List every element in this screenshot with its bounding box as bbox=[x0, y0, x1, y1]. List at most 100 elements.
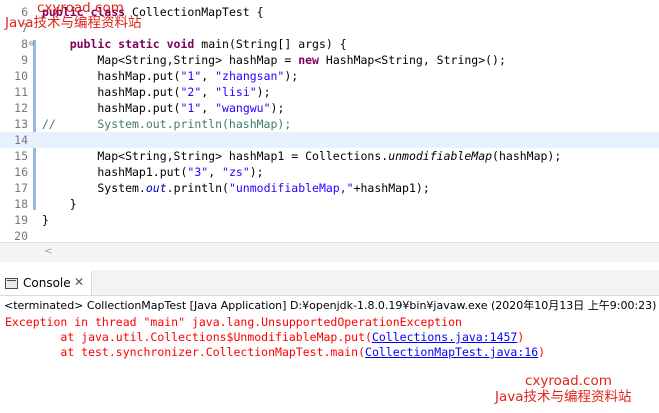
code-token: "1" bbox=[180, 69, 202, 83]
code-token: +hashMap1); bbox=[353, 181, 430, 195]
line-number: 15 bbox=[14, 149, 28, 163]
code-line[interactable]: 11 hashMap.put("2", "lisi"); bbox=[0, 84, 659, 100]
code-token: ); bbox=[284, 69, 299, 83]
console-tab-bar: Console ✕ bbox=[0, 270, 659, 296]
watermark-url-top: cxyroad.com bbox=[37, 0, 124, 16]
stacktrace-link[interactable]: Collections.java:1457 bbox=[372, 330, 517, 344]
tab-console[interactable]: Console ✕ bbox=[0, 270, 92, 295]
code-token: out bbox=[145, 181, 167, 195]
tab-console-label: Console bbox=[23, 276, 71, 290]
code-text: } bbox=[42, 196, 77, 212]
code-token: "wangwu" bbox=[215, 101, 271, 115]
code-token: } bbox=[42, 213, 49, 227]
code-token: hashMap.put( bbox=[42, 69, 181, 83]
watermark-url-bottom: cxyroad.com bbox=[525, 373, 612, 389]
code-token: CollectionMapTest { bbox=[132, 5, 264, 19]
code-text: System.out.println("unmodifiableMap,"+ha… bbox=[42, 180, 430, 196]
error-text: at java.util.Collections$UnmodifiableMap… bbox=[5, 330, 372, 344]
error-text: at test.synchronizer.CollectionMapTest.m… bbox=[5, 345, 366, 359]
code-token: new bbox=[298, 53, 326, 67]
console-output[interactable]: <terminated> CollectionMapTest [Java App… bbox=[0, 296, 659, 413]
code-token: "1" bbox=[180, 101, 202, 115]
code-line[interactable]: 10 hashMap.put("1", "zhangsan"); bbox=[0, 68, 659, 84]
line-number: 16 bbox=[14, 165, 28, 179]
code-token: , bbox=[201, 101, 216, 115]
code-token: (hashMap); bbox=[492, 149, 562, 163]
code-text: public static void main(String[] args) { bbox=[42, 36, 347, 52]
code-token: ); bbox=[256, 85, 271, 99]
line-number: 8 bbox=[21, 37, 28, 51]
code-token: public static void bbox=[69, 37, 202, 51]
line-number: 13 bbox=[14, 117, 28, 131]
watermark-text-top: Java技术与编程资料站 bbox=[5, 15, 142, 31]
code-line[interactable]: 13 // System.out.println(hashMap); bbox=[0, 116, 659, 132]
code-text: hashMap1.put("3", "zs"); bbox=[42, 164, 264, 180]
code-token: = bbox=[277, 53, 299, 67]
code-text: hashMap.put("2", "lisi"); bbox=[42, 84, 271, 100]
error-line: at test.synchronizer.CollectionMapTest.m… bbox=[5, 345, 545, 360]
watermark-text-bottom: Java技术与编程资料站 bbox=[495, 389, 632, 405]
code-token: , bbox=[201, 85, 216, 99]
code-text: // System.out.println(hashMap); bbox=[42, 116, 291, 132]
code-token: ); bbox=[249, 165, 264, 179]
code-line[interactable]: 9 Map<String,String> hashMap = new HashM… bbox=[0, 52, 659, 68]
code-line[interactable]: 14 bbox=[0, 132, 659, 148]
line-number: 18 bbox=[14, 197, 28, 211]
code-editor[interactable]: 6 public class CollectionMapTest {7 8 ⊖ pub… bbox=[0, 0, 659, 263]
line-number: 19 bbox=[14, 213, 28, 227]
code-token: } bbox=[42, 197, 77, 211]
code-line[interactable]: 12 hashMap.put("1", "wangwu"); bbox=[0, 100, 659, 116]
line-number: 12 bbox=[14, 101, 28, 115]
code-token: hashMap bbox=[228, 53, 278, 67]
line-number: 14 bbox=[14, 133, 28, 147]
code-text: } bbox=[42, 212, 49, 228]
code-token: System. bbox=[42, 181, 146, 195]
horizontal-scrollbar[interactable]: < bbox=[0, 242, 659, 263]
code-token: "2" bbox=[180, 85, 202, 99]
error-line: Exception in thread "main" java.lang.Uns… bbox=[5, 315, 462, 330]
error-line: at java.util.Collections$UnmodifiableMap… bbox=[5, 330, 524, 345]
console-icon bbox=[5, 278, 18, 289]
code-token: "lisi" bbox=[215, 85, 257, 99]
error-text: ) bbox=[538, 345, 546, 359]
code-token: , bbox=[208, 165, 223, 179]
pane-divider[interactable] bbox=[0, 262, 659, 270]
line-number: 10 bbox=[14, 69, 28, 83]
code-token: unmodifiableMap bbox=[388, 149, 493, 163]
code-text: hashMap.put("1", "wangwu"); bbox=[42, 100, 284, 116]
stacktrace-link[interactable]: CollectionMapTest.java:16 bbox=[365, 345, 538, 359]
fold-toggle-icon[interactable]: ⊖ bbox=[29, 36, 34, 52]
scroll-left-arrow-icon[interactable]: < bbox=[44, 246, 52, 257]
code-line[interactable]: 18 } bbox=[0, 196, 659, 212]
code-line[interactable]: 15 Map<String,String> hashMap1 = Collect… bbox=[0, 148, 659, 164]
code-line[interactable]: 17 System.out.println("unmodifiableMap,"… bbox=[0, 180, 659, 196]
code-token: HashMap<String, String>(); bbox=[325, 53, 506, 67]
code-line[interactable]: 19} bbox=[0, 212, 659, 228]
code-token: "zhangsan" bbox=[215, 69, 285, 83]
code-token: "zs" bbox=[222, 165, 250, 179]
code-token: "3" bbox=[187, 165, 209, 179]
error-text: ) bbox=[517, 330, 525, 344]
code-text: hashMap.put("1", "zhangsan"); bbox=[42, 68, 298, 84]
code-token: hashMap.put( bbox=[42, 85, 181, 99]
code-token: ); bbox=[270, 101, 285, 115]
code-token: "unmodifiableMap," bbox=[228, 181, 354, 195]
line-number: 17 bbox=[14, 181, 28, 195]
code-token: Map<String,String> hashMap1 = Collection… bbox=[42, 149, 389, 163]
code-token: main(String[] args) { bbox=[201, 37, 347, 51]
code-token: // System.out.println(hashMap); bbox=[42, 117, 292, 131]
code-line[interactable]: 16 hashMap1.put("3", "zs"); bbox=[0, 164, 659, 180]
code-text: Map<String,String> hashMap = new HashMap… bbox=[42, 52, 506, 68]
line-number: 11 bbox=[14, 85, 28, 99]
line-number: 9 bbox=[21, 53, 28, 67]
code-line[interactable]: 8 ⊖ public static void main(String[] args… bbox=[0, 36, 659, 52]
code-token: hashMap.put( bbox=[42, 101, 181, 115]
code-token: hashMap1.put( bbox=[42, 165, 188, 179]
console-status-line: <terminated> CollectionMapTest [Java App… bbox=[4, 299, 657, 312]
code-token: Map<String,String> bbox=[42, 53, 229, 67]
code-text: Map<String,String> hashMap1 = Collection… bbox=[42, 148, 561, 164]
code-token: , bbox=[201, 69, 216, 83]
error-text: Exception in thread "main" java.lang.Uns… bbox=[5, 315, 462, 329]
code-token: .println( bbox=[166, 181, 229, 195]
close-icon[interactable]: ✕ bbox=[74, 275, 84, 289]
